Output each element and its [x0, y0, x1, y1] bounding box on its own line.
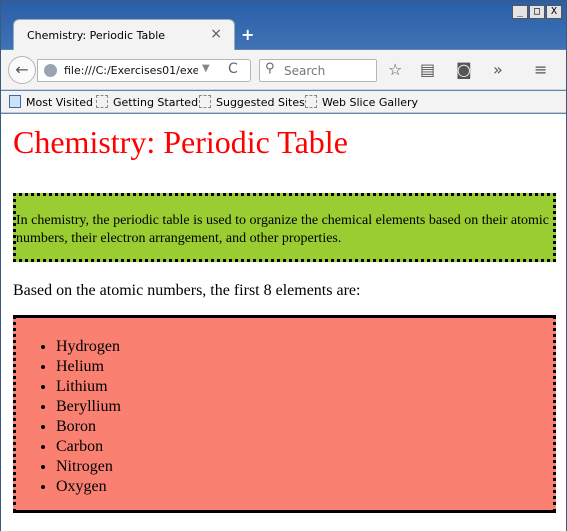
page-icon [96, 95, 108, 108]
new-tab-button[interactable]: + [241, 25, 254, 44]
intro-text: In chemistry, the periodic table is used… [16, 213, 549, 246]
elements-list: Hydrogen Helium Lithium Beryllium Boron … [16, 337, 121, 497]
pocket-icon[interactable]: ◙ [456, 60, 472, 79]
page-icon [305, 95, 317, 108]
bookmark-getting-started[interactable]: Getting Started [96, 95, 198, 109]
bookmarks-toolbar: Most Visited Getting Started Suggested S… [1, 91, 566, 113]
star-icon[interactable]: ☆ [388, 60, 402, 79]
lead-paragraph: Based on the atomic numbers, the first 8… [13, 282, 361, 299]
tab-close-icon[interactable]: × [210, 26, 222, 42]
back-button[interactable]: ← [8, 56, 36, 84]
list-item: Carbon [56, 437, 121, 457]
hamburger-menu-icon[interactable]: ≡ [534, 60, 547, 79]
list-item: Boron [56, 417, 121, 437]
list-item: Oxygen [56, 477, 121, 497]
browser-window: Chemistry: Periodic Table × + _ □ X ← fi… [0, 0, 567, 531]
intro-box: In chemistry, the periodic table is used… [13, 193, 556, 262]
url-dropdown-icon[interactable]: ▼ [202, 63, 210, 74]
window-controls: _ □ X [512, 5, 562, 19]
globe-icon [44, 64, 57, 77]
minimize-button[interactable]: _ [512, 5, 528, 19]
navigation-toolbar: ← file:///C:/Exercises01/exerc ▼ C ⚲ Sea… [1, 50, 566, 90]
reload-icon[interactable]: C [228, 61, 238, 77]
chevron-double-right-icon[interactable]: » [493, 60, 503, 79]
url-text[interactable]: file:///C:/Exercises01/exerc [64, 64, 198, 77]
reading-list-icon[interactable]: ▤ [420, 60, 435, 79]
url-bar[interactable]: file:///C:/Exercises01/exerc ▼ C [37, 59, 251, 82]
page-content: Chemistry: Periodic Table In chemistry, … [1, 114, 566, 531]
search-placeholder: Search [284, 64, 326, 78]
most-visited-icon [9, 95, 21, 108]
list-item: Lithium [56, 377, 121, 397]
title-bar: Chemistry: Periodic Table × + _ □ X [1, 1, 566, 50]
page-icon [199, 95, 211, 108]
list-item: Helium [56, 357, 121, 377]
tab-active[interactable]: Chemistry: Periodic Table × [13, 19, 235, 50]
search-input[interactable]: ⚲ Search [259, 59, 377, 82]
list-item: Beryllium [56, 397, 121, 417]
close-button[interactable]: X [546, 5, 562, 19]
bookmark-most-visited[interactable]: Most Visited [9, 95, 93, 109]
list-item: Nitrogen [56, 457, 121, 477]
back-arrow-icon: ← [15, 60, 29, 79]
maximize-button[interactable]: □ [529, 5, 545, 19]
bookmark-web-slice-gallery[interactable]: Web Slice Gallery [305, 95, 418, 109]
bookmark-suggested-sites[interactable]: Suggested Sites [199, 95, 305, 109]
elements-box: Hydrogen Helium Lithium Beryllium Boron … [13, 315, 556, 513]
list-item: Hydrogen [56, 337, 121, 357]
search-icon: ⚲ [265, 61, 275, 76]
page-title: Chemistry: Periodic Table [13, 124, 348, 160]
tab-title: Chemistry: Periodic Table [27, 29, 166, 42]
